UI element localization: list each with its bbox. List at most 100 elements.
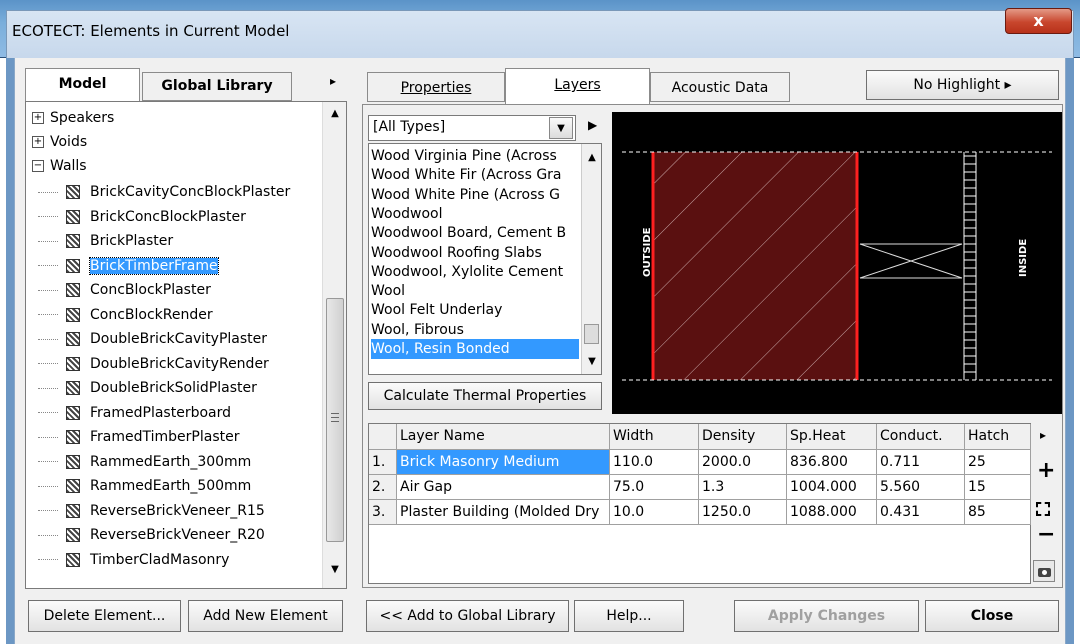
delete-element-button[interactable]: Delete Element... <box>28 600 181 632</box>
tree-node-walls[interactable]: − Walls <box>32 154 87 179</box>
material-list-item[interactable]: Wool, Fibrous <box>371 320 579 340</box>
scroll-up-icon[interactable]: ▲ <box>323 108 347 119</box>
expand-plus-icon[interactable]: + <box>32 136 44 148</box>
table-cell[interactable]: 85 <box>965 500 1031 525</box>
type-filter-select[interactable]: [All Types] ▼ <box>368 115 576 141</box>
table-cell[interactable]: 0.431 <box>877 500 965 525</box>
table-cell[interactable]: Plaster Building (Molded Dry <box>397 500 610 525</box>
tab-acoustic-data[interactable]: Acoustic Data <box>650 72 790 102</box>
material-list-item[interactable]: Woodwool Roofing Slabs <box>371 243 579 263</box>
tree-item-wall[interactable]: DoubleBrickSolidPlaster <box>38 376 257 401</box>
table-row-number[interactable]: 2. <box>369 475 397 500</box>
tree-node-voids[interactable]: + Voids <box>32 130 87 155</box>
tree-item-wall[interactable]: BrickCavityConcBlockPlaster <box>38 180 290 205</box>
tree-item-wall[interactable]: FramedTimberPlaster <box>38 425 239 450</box>
tab-properties[interactable]: Properties <box>367 72 505 102</box>
add-new-element-button[interactable]: Add New Element <box>188 600 343 632</box>
materials-scrollbar[interactable]: ▲ ▼ <box>581 144 601 374</box>
tree-item-wall[interactable]: ReverseBrickVeneer_R20 <box>38 523 265 548</box>
tree-item-wall[interactable]: BrickTimberFrame <box>38 254 219 279</box>
table-cell[interactable]: 0.711 <box>877 450 965 475</box>
table-row-number[interactable]: 1. <box>369 450 397 475</box>
table-cell[interactable]: Air Gap <box>397 475 610 500</box>
table-cell[interactable]: 15 <box>965 475 1031 500</box>
material-list-item[interactable]: Woodwool, Xylolite Cement <box>371 262 579 282</box>
materials-scrollbar-thumb[interactable] <box>584 324 599 344</box>
tree-scrollbar-thumb[interactable] <box>326 298 344 542</box>
material-list-item[interactable]: Wood White Fir (Across Gra <box>371 165 579 185</box>
add-layer-icon[interactable]: + <box>1037 458 1055 483</box>
tree-item-wall[interactable]: ReverseBrickVeneer_R15 <box>38 499 265 524</box>
scroll-down-icon[interactable]: ▼ <box>582 356 601 367</box>
table-header-cell[interactable]: Layer Name <box>397 424 610 450</box>
table-cell[interactable]: 1004.000 <box>787 475 877 500</box>
table-more-icon[interactable]: ▸ <box>1040 428 1046 442</box>
tab-scroll-right-icon[interactable]: ▸ <box>330 74 336 88</box>
grip-line <box>331 413 339 414</box>
filter-more-icon[interactable]: ▶ <box>588 118 597 132</box>
apply-changes-button[interactable]: Apply Changes <box>734 600 919 632</box>
tree-item-wall[interactable]: ConcBlockRender <box>38 303 213 328</box>
tab-global-library[interactable]: Global Library <box>142 72 292 101</box>
expand-plus-icon[interactable]: + <box>32 112 44 124</box>
table-cell[interactable]: 836.800 <box>787 450 877 475</box>
chevron-down-icon[interactable]: ▼ <box>549 117 573 139</box>
help-button[interactable]: Help... <box>574 600 684 632</box>
collapse-minus-icon[interactable]: − <box>32 160 44 172</box>
table-header-cell[interactable]: Hatch <box>965 424 1031 450</box>
calculate-thermal-button[interactable]: Calculate Thermal Properties <box>368 382 602 410</box>
table-cell[interactable]: 10.0 <box>610 500 699 525</box>
material-list-item[interactable]: Wood White Pine (Across G <box>371 185 579 205</box>
tree-item-wall[interactable]: ConcBlockPlaster <box>38 278 211 303</box>
table-cell[interactable]: 110.0 <box>610 450 699 475</box>
table-cell[interactable]: 1250.0 <box>699 500 787 525</box>
tree-item-wall[interactable]: TimberCladMasonry <box>38 548 229 573</box>
material-list-item[interactable]: Wood Virginia Pine (Across <box>371 146 579 166</box>
table-header-cell[interactable]: Density <box>699 424 787 450</box>
highlight-menu-button[interactable]: No Highlight ▸ <box>866 70 1059 100</box>
material-list-item[interactable]: Wool Felt Underlay <box>371 300 579 320</box>
close-button[interactable]: Close <box>925 600 1059 632</box>
tree-item-label: RammedEarth_300mm <box>90 453 252 470</box>
tree-item-wall[interactable]: RammedEarth_500mm <box>38 474 251 499</box>
expand-icon[interactable] <box>1036 502 1050 516</box>
tree-item-wall[interactable]: RammedEarth_300mm <box>38 450 251 475</box>
material-list-item[interactable]: Wool, Resin Bonded <box>371 339 579 359</box>
tab-layers[interactable]: Layers <box>505 68 650 104</box>
tree-item-wall[interactable]: DoubleBrickCavityPlaster <box>38 327 267 352</box>
table-cell[interactable]: 2000.0 <box>699 450 787 475</box>
tree-scrollbar[interactable]: ▲ ▼ <box>322 102 346 588</box>
table-cell[interactable]: 5.560 <box>877 475 965 500</box>
tab-model[interactable]: Model <box>25 68 140 101</box>
tree-item-wall[interactable]: BrickPlaster <box>38 229 173 254</box>
material-list-item[interactable]: Woodwool <box>371 204 579 224</box>
table-cell[interactable]: 1088.000 <box>787 500 877 525</box>
material-list-item[interactable]: Woodwool Board, Cement B <box>371 223 579 243</box>
remove-layer-icon[interactable]: − <box>1037 522 1055 547</box>
materials-list[interactable]: Wood Virginia Pine (Across Wood White Fir… <box>368 143 602 375</box>
table-cell[interactable]: 25 <box>965 450 1031 475</box>
tree-connector <box>38 191 58 193</box>
table-cell[interactable]: 75.0 <box>610 475 699 500</box>
tree-item-wall[interactable]: FramedPlasterboard <box>38 401 231 426</box>
table-cell[interactable]: 1.3 <box>699 475 787 500</box>
camera-icon[interactable] <box>1033 560 1055 582</box>
tree-item-wall[interactable]: BrickConcBlockPlaster <box>38 205 246 230</box>
table-cell[interactable]: Brick Masonry Medium <box>397 450 610 475</box>
add-to-global-library-button[interactable]: << Add to Global Library <box>366 600 569 632</box>
tree-item-label: BrickCavityConcBlockPlaster <box>90 184 291 200</box>
table-row-number[interactable]: 3. <box>369 500 397 525</box>
tree-item-label: BrickConcBlockPlaster <box>90 208 246 225</box>
scroll-down-icon[interactable]: ▼ <box>323 564 347 575</box>
table-header-cell[interactable]: Sp.Heat <box>787 424 877 450</box>
wall-material-icon <box>66 552 80 567</box>
tree-node-speakers[interactable]: + Speakers <box>32 106 114 131</box>
table-header-cell[interactable]: Conduct. <box>877 424 965 450</box>
grip-line <box>331 417 339 418</box>
tree-item-label: DoubleBrickSolidPlaster <box>90 380 257 396</box>
tree-item-wall[interactable]: DoubleBrickCavityRender <box>38 352 269 377</box>
scroll-up-icon[interactable]: ▲ <box>582 152 601 163</box>
window-close-button[interactable]: x <box>1005 8 1072 34</box>
material-list-item[interactable]: Wool <box>371 281 579 301</box>
table-header-cell[interactable]: Width <box>610 424 699 450</box>
